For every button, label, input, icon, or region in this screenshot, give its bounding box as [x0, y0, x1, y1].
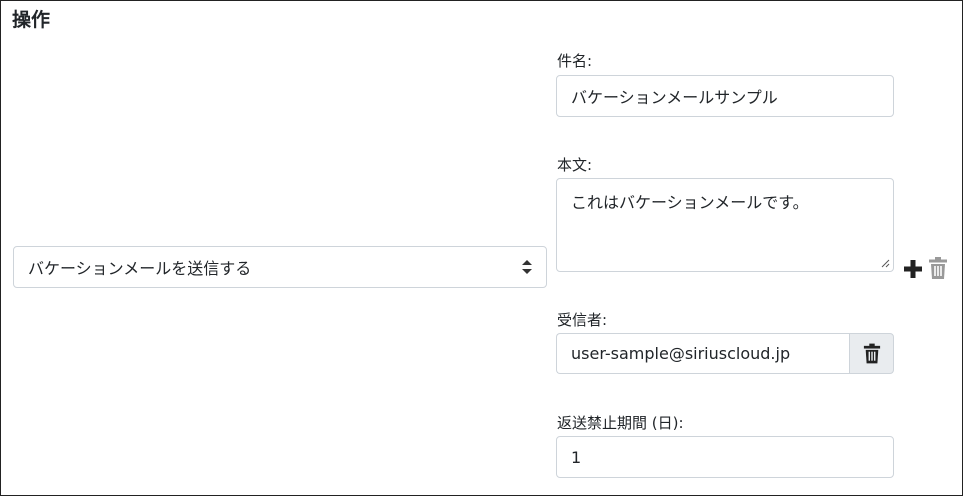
- section-title: 操作: [12, 9, 51, 31]
- reply-interval-input[interactable]: 1: [556, 436, 894, 478]
- body-textarea[interactable]: これはバケーションメールです。: [556, 178, 894, 272]
- delete-recipient-button[interactable]: [849, 333, 894, 374]
- resize-grip-icon[interactable]: [881, 259, 890, 268]
- recipient-input-group: user-sample@siriuscloud.jp: [556, 333, 894, 374]
- trash-icon: [929, 257, 947, 279]
- body-label: 本文:: [557, 156, 593, 174]
- body-value: これはバケーションメールです。: [571, 193, 809, 212]
- recipient-input[interactable]: user-sample@siriuscloud.jp: [556, 333, 849, 374]
- plus-icon: [904, 260, 922, 278]
- sort-arrows-icon: [522, 260, 532, 274]
- recipient-value: user-sample@siriuscloud.jp: [571, 344, 791, 363]
- subject-input[interactable]: バケーションメールサンプル: [556, 75, 894, 117]
- action-type-value: バケーションメールを送信する: [28, 259, 252, 278]
- reply-interval-value: 1: [571, 447, 582, 467]
- reply-interval-label: 返送禁止期間 (日):: [557, 414, 684, 432]
- trash-icon: [863, 343, 880, 364]
- recipient-label: 受信者:: [557, 311, 608, 329]
- action-panel: 操作 バケーションメールを送信する 件名: バケーションメールサンプル 本文: …: [0, 0, 963, 496]
- subject-label: 件名:: [557, 52, 593, 70]
- subject-value: バケーションメールサンプル: [571, 88, 778, 107]
- action-type-select[interactable]: バケーションメールを送信する: [13, 246, 547, 288]
- add-action-button[interactable]: [902, 257, 924, 281]
- delete-action-button[interactable]: [927, 256, 949, 280]
